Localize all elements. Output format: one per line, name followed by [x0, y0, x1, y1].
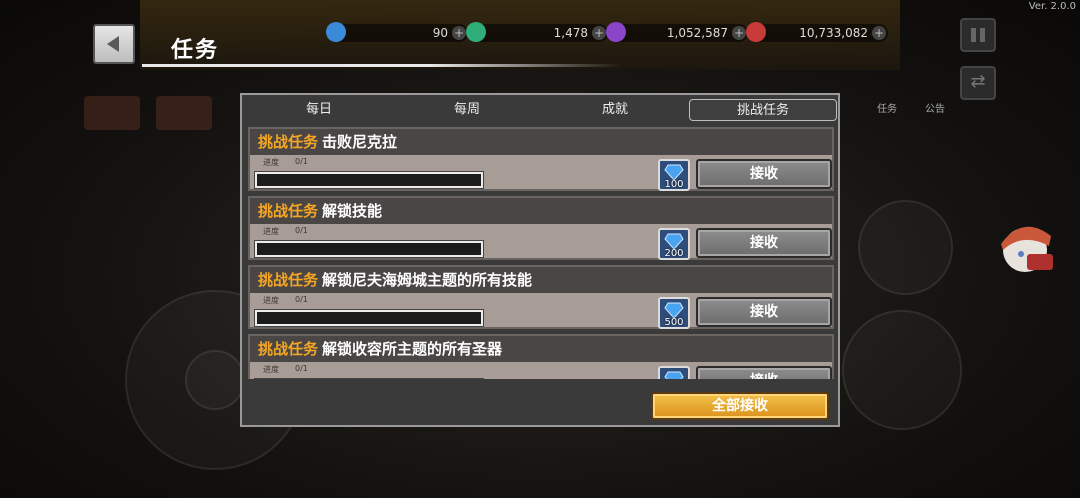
currency-crystals: 1,052,587 +	[606, 22, 748, 42]
task-header: 挑战任务 解锁尼夫海姆城主题的所有技能	[250, 267, 832, 293]
green-orb-icon	[466, 22, 486, 42]
background-event-tile	[84, 96, 140, 130]
tab-achievements[interactable]: 成就	[550, 99, 680, 121]
gem-icon	[326, 22, 346, 42]
pause-icon	[971, 28, 976, 42]
background-event-tile	[156, 96, 212, 130]
character-avatar[interactable]	[993, 214, 1063, 284]
task-tag: 挑战任务	[258, 202, 319, 220]
back-arrow-icon	[107, 36, 119, 52]
progress-label: 进度	[263, 227, 279, 236]
currency-orbs: 1,478 +	[466, 22, 608, 42]
pause-icon	[980, 28, 985, 42]
claim-button[interactable]: 接收	[696, 228, 832, 258]
task-header: 挑战任务 解锁技能	[250, 198, 832, 224]
task-item: 挑战任务 击败尼克拉 进度 0/1 100 接收	[248, 127, 834, 191]
menu-label-tasks[interactable]: 任务	[877, 100, 897, 115]
progress-bar	[254, 378, 484, 379]
attack-button	[858, 200, 953, 295]
task-tag: 挑战任务	[258, 271, 319, 289]
pause-button[interactable]	[960, 18, 996, 52]
diamond-icon	[664, 371, 684, 379]
claim-button[interactable]: 接收	[696, 159, 832, 189]
tab-challenge[interactable]: 挑战任务	[689, 99, 837, 121]
task-tag: 挑战任务	[258, 340, 319, 358]
add-crystals-button[interactable]: +	[732, 26, 746, 40]
claim-button[interactable]: 接收	[696, 297, 832, 327]
reward-item[interactable]: 500	[658, 297, 690, 329]
chat-button	[842, 310, 962, 430]
progress-label: 进度	[263, 158, 279, 167]
currency-value: 1,052,587	[666, 26, 728, 40]
add-gems-button[interactable]: +	[452, 26, 466, 40]
reward-item[interactable]	[658, 366, 690, 379]
progress-count: 0/1	[295, 364, 308, 373]
task-name: 解锁技能	[322, 202, 383, 220]
progress-bar	[254, 171, 484, 189]
task-header: 挑战任务 击败尼克拉	[250, 129, 832, 155]
task-header: 挑战任务 解锁收容所主题的所有圣器	[250, 336, 832, 362]
progress-bar	[254, 309, 484, 327]
task-name: 解锁尼夫海姆城主题的所有技能	[322, 271, 533, 289]
progress-count: 0/1	[295, 295, 308, 304]
reward-item[interactable]: 100	[658, 159, 690, 191]
swap-button[interactable]: ⇄	[960, 66, 996, 100]
progress-count: 0/1	[295, 226, 308, 235]
progress-label: 进度	[263, 365, 279, 374]
task-item: 挑战任务 解锁尼夫海姆城主题的所有技能 进度 0/1 500 接收	[248, 265, 834, 329]
task-list[interactable]: 挑战任务 击败尼克拉 进度 0/1 100 接收 挑战任务 解锁技能 进度 0/1 …	[248, 127, 834, 379]
claim-button[interactable]: 接收	[696, 366, 832, 379]
task-dialog: 每日 每周 成就 挑战任务 挑战任务 击败尼克拉 进度 0/1 100 接收 挑战…	[240, 93, 840, 427]
progress-count: 0/1	[295, 157, 308, 166]
progress-bar	[254, 240, 484, 258]
currency-value: 10,733,082	[799, 26, 868, 40]
task-name: 解锁收容所主题的所有圣器	[322, 340, 503, 358]
claim-all-button[interactable]: 全部接收	[651, 392, 829, 420]
purple-crystal-icon	[606, 22, 626, 42]
task-item: 挑战任务解锁收容所主题的所有圣器 进度 0/1 接收	[248, 334, 834, 379]
tab-daily[interactable]: 每日	[254, 99, 384, 121]
task-tag: 挑战任务	[258, 133, 319, 151]
task-item: 挑战任务 解锁技能 进度 0/1 200 接收	[248, 196, 834, 260]
reward-item[interactable]: 200	[658, 228, 690, 260]
add-medals-button[interactable]: +	[872, 26, 886, 40]
progress-label: 进度	[263, 296, 279, 305]
reward-amount: 100	[664, 179, 684, 190]
red-medal-icon	[746, 22, 766, 42]
joystick-knob	[185, 350, 245, 410]
task-name: 击败尼克拉	[322, 133, 398, 151]
title-underline	[142, 64, 622, 67]
add-orbs-button[interactable]: +	[592, 26, 606, 40]
currency-value: 90	[432, 26, 448, 40]
currency-medals: 10,733,082 +	[746, 22, 888, 42]
tab-weekly[interactable]: 每周	[402, 99, 532, 121]
menu-label-notice[interactable]: 公告	[925, 100, 945, 115]
reward-amount: 500	[664, 317, 684, 328]
task-tabs: 每日 每周 成就 挑战任务	[242, 95, 838, 125]
reward-amount: 200	[664, 248, 684, 259]
page-title: 任务	[171, 38, 220, 63]
back-button[interactable]	[93, 24, 135, 64]
version-label: Ver. 2.0.0	[1028, 1, 1076, 12]
currency-gems: 90 +	[326, 22, 468, 42]
currency-value: 1,478	[553, 26, 588, 40]
